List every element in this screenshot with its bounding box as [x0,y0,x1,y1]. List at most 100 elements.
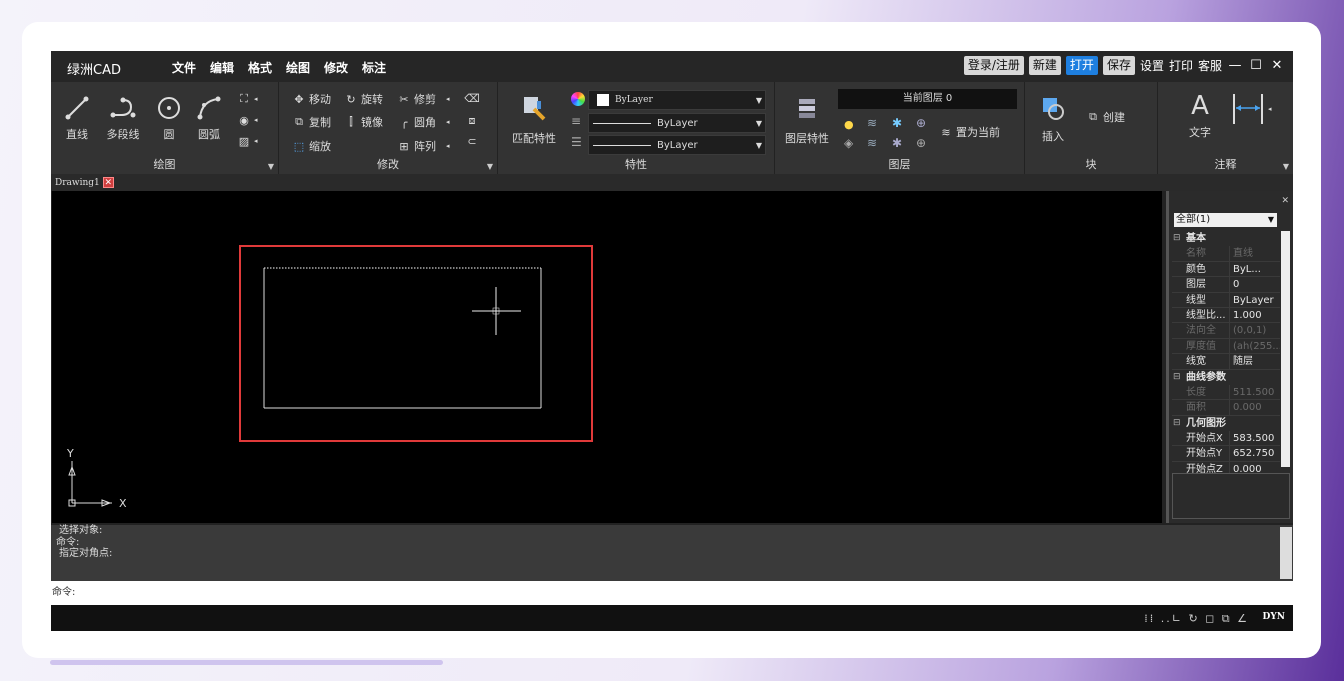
polyline-label: 多段线 [106,128,140,141]
trim-button[interactable]: ✂ 修剪 ◂ [396,91,449,107]
color-value: ByLayer [615,95,653,105]
layer-properties-label: 图层特性 [785,132,829,145]
insert-block-icon [1043,98,1064,120]
layer-plot-icon[interactable]: ⊕ [916,116,926,130]
status-toggle-icons[interactable]: ⁞⁞ ..∟ ↻ ◻ ⧉ ∠ [1144,612,1249,626]
panel-expand-icon[interactable]: ▼ [487,162,493,171]
layer-freeze-icon[interactable]: ≋ [867,116,877,130]
current-layer-select[interactable]: 当前图层 0 [838,89,1017,109]
close-tab-icon[interactable]: ✕ [102,177,114,188]
layer-isolate-icon[interactable]: ✱ [892,136,902,150]
new-button[interactable]: 新建 [1028,56,1061,75]
arc-button[interactable]: 圆弧 [187,92,231,142]
erase-button[interactable]: ⌫ [464,91,480,105]
maximize-icon[interactable]: ☐ [1248,58,1264,73]
login-button[interactable]: 登录/注册 [963,56,1024,75]
property-value: 511.500 [1229,384,1280,401]
drawing-canvas[interactable]: Y X [52,191,1162,523]
print-link[interactable]: 打印 [1169,57,1193,74]
explode-button[interactable]: ⊂ [464,134,480,148]
insert-block-button[interactable]: 插入 [1031,92,1075,144]
property-row[interactable]: 线宽 随层 [1172,354,1280,370]
mirror-button[interactable]: ⫿ 镜像 [343,114,383,130]
layer-walk-icon[interactable]: ≋ [867,136,877,150]
panel-expand-icon[interactable]: ▼ [268,162,274,171]
menu-modify[interactable]: 修改 [324,59,362,76]
rotate-button[interactable]: ↻ 旋转 [343,91,383,107]
panel-annotation-title: 注释 [1214,158,1237,171]
settings-link[interactable]: 设置 [1140,57,1164,74]
dyn-toggle[interactable]: DYN [1263,612,1285,622]
property-row[interactable]: 法向全 (0,0,1) [1172,323,1280,339]
property-row[interactable]: 名称 直线 [1172,246,1280,262]
panel-modify: ✥ 移动 ↻ 旋转 ✂ 修剪 ◂ ⌫ ⧉ 复制 ⫿ 镜像 ╭ 圆角 ◂ ⧈ ⬚ 缩放 ⊞ 阵列 ◂ ⊂… [279,82,498,174]
polyline-button[interactable]: 多段线 [101,92,145,142]
panel-expand-icon[interactable]: ▼ [1283,162,1289,171]
property-row[interactable]: 图层 0 [1172,277,1280,293]
layer-properties-button[interactable]: 图层特性 [785,92,829,146]
property-section-header[interactable]: 基本 [1172,231,1280,246]
property-row[interactable]: 长度 511.500 [1172,384,1280,401]
linetype-select[interactable]: ByLayer ▼ [588,113,766,133]
property-section-header[interactable]: 曲线参数 [1172,370,1280,385]
menu-dimension[interactable]: 标注 [362,59,400,76]
property-row[interactable]: 厚度值 (ah(255... [1172,338,1280,355]
layer-lock-icon[interactable]: ✱ [892,116,902,130]
panel-draw-title: 绘图 [153,158,176,171]
open-button[interactable]: 打开 [1065,56,1098,75]
property-value: 583.500 [1229,431,1280,447]
hatch-tool[interactable]: ▨ ◂ [236,134,258,148]
section-title: 基本 [1172,231,1280,246]
menu-format[interactable]: 格式 [248,59,286,76]
property-row[interactable]: 线型 ByLayer [1172,292,1280,308]
fillet-button[interactable]: ╭ 圆角 ◂ [396,114,450,130]
property-key: 线型 [1172,293,1229,308]
menu-edit[interactable]: 编辑 [210,59,248,76]
close-icon[interactable]: ✕ [1269,58,1285,73]
property-row[interactable]: 开始点X 583.500 [1172,431,1280,447]
property-row[interactable]: 颜色 ByL... [1172,261,1280,278]
array-button[interactable]: ⊞ 阵列 ◂ [396,138,449,154]
create-block-button[interactable]: ⧉ 创建 [1085,109,1125,125]
line-button[interactable]: 直线 [55,92,99,142]
cad-window: 绿洲CAD 文件 编辑 格式 绘图 修改 标注 登录/注册 新建 打开 保存 设… [51,51,1293,631]
layer-bulb-icon[interactable]: ● [844,118,854,131]
ellipse-tool[interactable]: ◉ ◂ [236,113,257,127]
document-tabs: Drawing1 ✕ [51,174,1293,191]
command-input[interactable]: 命令: [51,581,1293,605]
menu-file[interactable]: 文件 [172,59,210,76]
property-section-header[interactable]: 几何图形 [1172,416,1280,431]
menu-draw[interactable]: 绘图 [286,59,324,76]
move-button[interactable]: ✥ 移动 [291,91,331,107]
properties-scrollbar[interactable] [1281,231,1290,467]
tab-drawing1[interactable]: Drawing1 ✕ [53,175,116,190]
text-button[interactable]: A 文字 [1178,90,1222,140]
color-select[interactable]: ByLayer ▼ [588,90,766,110]
property-row[interactable]: 线型比... 1.000 [1172,307,1280,324]
dimension-button[interactable]: ◂ [1230,92,1272,126]
circle-button[interactable]: 圆 [147,92,191,142]
save-button[interactable]: 保存 [1102,56,1135,75]
offset-button[interactable]: ⧈ [464,114,480,128]
minimize-icon[interactable]: — [1227,58,1243,73]
property-row[interactable]: 面积 0.000 [1172,400,1280,416]
selection-filter-select[interactable]: 全部(1) ▼ [1174,213,1277,227]
layer-off-icon[interactable]: ◈ [844,136,853,150]
ucs-y-label: Y [66,447,74,460]
service-link[interactable]: 客服 [1198,57,1222,74]
command-scrollbar[interactable] [1280,527,1292,579]
properties-description [1172,473,1290,519]
set-current-label: 置为当前 [956,126,1000,139]
set-current-button[interactable]: ≋ 置为当前 [938,124,1000,140]
close-icon[interactable]: ✕ [1281,196,1289,206]
layer-merge-icon[interactable]: ⊕ [916,136,926,150]
copy-button[interactable]: ⧉ 复制 [291,114,331,130]
history-line: 选择对象: [59,525,103,536]
match-properties-button[interactable]: 匹配特性 [510,92,558,146]
scale-button[interactable]: ⬚ 缩放 [291,138,331,154]
property-value: 直线 [1229,246,1280,262]
move-icon: ✥ [294,92,304,106]
rectangle-tool[interactable]: ⛶ ◂ [236,92,257,106]
property-row[interactable]: 开始点Y 652.750 [1172,446,1280,462]
lineweight-select[interactable]: ByLayer ▼ [588,135,766,155]
